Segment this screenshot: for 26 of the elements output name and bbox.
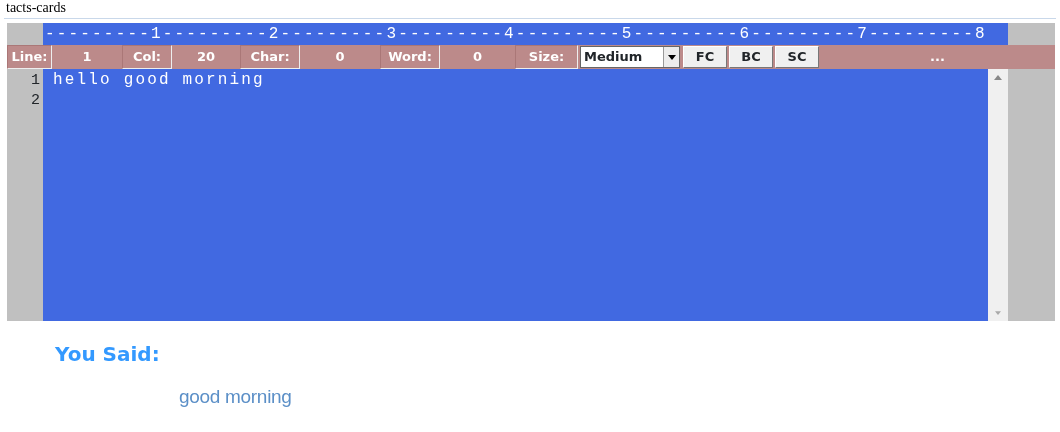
status-value: 0 (471, 48, 483, 67)
status-label: Col: (122, 45, 172, 69)
result-heading: You Said: (55, 341, 161, 368)
status-label: Size: (515, 45, 578, 69)
toolbar-button[interactable]: SC (775, 46, 819, 68)
status-label: Line: (7, 45, 52, 69)
column-ruler: ---------1---------2---------3---------4---------5---------6---------7---------8 (43, 23, 1008, 45)
status-label: Word: (380, 45, 440, 69)
dropdown-arrow-icon (667, 54, 676, 60)
page-heading: tacts-cards (5, 0, 67, 16)
status-value: 0 (334, 48, 346, 67)
ruler-margin (7, 23, 43, 45)
text-editor[interactable]: hello good morning (43, 69, 988, 321)
status-label: Char: (240, 45, 300, 69)
status-value: 1 (81, 48, 93, 67)
side-panel (1008, 23, 1055, 45)
result-text: good morning (179, 385, 293, 409)
size-select[interactable]: Medium (580, 46, 680, 68)
scrollbar[interactable] (988, 69, 1008, 321)
line-number: 1 (30, 71, 40, 91)
scroll-down-icon[interactable] (995, 311, 1001, 315)
toolbar-button[interactable]: BC (729, 46, 773, 68)
line-number: 2 (30, 91, 40, 111)
toolbar-button[interactable]: FC (683, 46, 727, 68)
status-value: 20 (195, 48, 217, 67)
scroll-up-icon[interactable] (994, 75, 1002, 80)
